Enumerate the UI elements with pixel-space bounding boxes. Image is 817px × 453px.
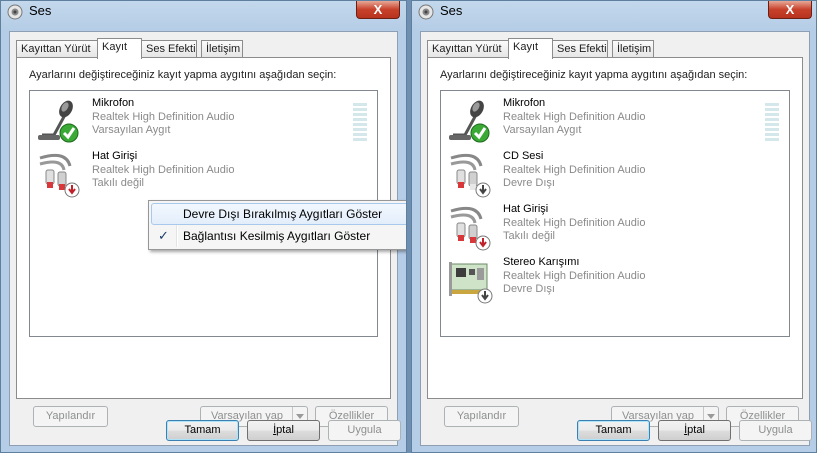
recording-panel: Ayarlarını değiştireceğiniz kayıt yapma …: [427, 57, 803, 427]
dialog-client: Kayıttan Yürüt Kayıt Ses Efekti İletişim…: [420, 31, 812, 446]
device-name: Hat Girişi: [503, 203, 549, 215]
ok-button[interactable]: Tamam: [166, 420, 239, 441]
line-in-cable-icon: [450, 206, 491, 251]
speaker-icon: [418, 4, 434, 20]
device-name: CD Sesi: [503, 150, 544, 162]
device-driver: Realtek High Definition Audio: [92, 111, 235, 123]
device-driver: Realtek High Definition Audio: [503, 217, 646, 229]
device-item-line-in[interactable]: Hat Girişi Realtek High Definition Audio…: [441, 201, 789, 253]
menu-item-show-disconnected[interactable]: ✓ Bağlantısı Kesilmiş Aygıtları Göster: [151, 225, 406, 247]
device-status: Devre Dışı: [503, 283, 555, 295]
device-name: Mikrofon: [92, 97, 135, 109]
title-bar[interactable]: Ses X: [1, 1, 406, 23]
level-meter: [353, 103, 367, 141]
instruction-text: Ayarlarını değiştireceğiniz kayıt yapma …: [29, 69, 337, 81]
apply-button[interactable]: Uygula: [739, 420, 812, 441]
window-title: Ses: [29, 3, 52, 18]
device-status: Takılı değil: [503, 230, 555, 242]
device-name: Hat Girişi: [92, 150, 138, 162]
context-menu: Devre Dışı Bırakılmış Aygıtları Göster ✓…: [148, 200, 406, 250]
tab-communications[interactable]: İletişim: [201, 40, 243, 57]
tab-playback[interactable]: Kayıttan Yürüt: [16, 40, 98, 57]
microphone-icon: [449, 100, 490, 143]
tab-sound-effects[interactable]: Ses Efekti: [552, 40, 608, 57]
tab-sound-effects[interactable]: Ses Efekti: [141, 40, 197, 57]
speaker-icon: [7, 4, 23, 20]
disabled-badge-icon: [475, 182, 491, 198]
sound-card-icon: [449, 262, 493, 304]
window-title: Ses: [440, 3, 463, 18]
apply-button[interactable]: Uygula: [328, 420, 401, 441]
menu-item-show-disabled[interactable]: Devre Dışı Bırakılmış Aygıtları Göster: [151, 203, 406, 225]
device-status: Varsayılan Aygıt: [92, 124, 171, 136]
microphone-icon: [38, 100, 79, 143]
unplugged-badge-icon: [475, 235, 491, 251]
device-item-microphone[interactable]: Mikrofon Realtek High Definition Audio V…: [441, 95, 789, 147]
line-in-cable-icon: [39, 153, 80, 198]
instruction-text: Ayarlarını değiştireceğiniz kayıt yapma …: [440, 69, 748, 81]
device-status: Varsayılan Aygıt: [503, 124, 582, 136]
device-name: Mikrofon: [503, 97, 546, 109]
sound-dialog-right: Ses X Kayıttan Yürüt Kayıt Ses Efekti İl…: [411, 0, 817, 453]
device-driver: Realtek High Definition Audio: [92, 164, 235, 176]
configure-button[interactable]: Yapılandır: [444, 406, 519, 427]
checkmark-icon: ✓: [158, 228, 169, 243]
device-item-stereo-mix[interactable]: Stereo Karışımı Realtek High Definition …: [441, 254, 789, 306]
disabled-badge-icon: [477, 288, 493, 304]
device-name: Stereo Karışımı: [503, 256, 580, 268]
title-bar[interactable]: Ses X: [412, 1, 816, 23]
device-status: Takılı değil: [92, 177, 144, 189]
device-item-line-in[interactable]: Hat Girişi Realtek High Definition Audio…: [30, 148, 377, 200]
device-item-cd-audio[interactable]: CD Sesi Realtek High Definition Audio De…: [441, 148, 789, 200]
device-driver: Realtek High Definition Audio: [503, 111, 646, 123]
close-button[interactable]: X: [768, 1, 812, 19]
close-button[interactable]: X: [356, 1, 400, 19]
device-list[interactable]: Mikrofon Realtek High Definition Audio V…: [440, 90, 790, 337]
device-item-microphone[interactable]: Mikrofon Realtek High Definition Audio V…: [30, 95, 377, 147]
device-driver: Realtek High Definition Audio: [503, 270, 646, 282]
cancel-button[interactable]: İptal: [658, 420, 731, 441]
unplugged-badge-icon: [64, 182, 80, 198]
device-status: Devre Dışı: [503, 177, 555, 189]
ok-button[interactable]: Tamam: [577, 420, 650, 441]
check-badge-icon: [470, 123, 490, 143]
configure-button[interactable]: Yapılandır: [33, 406, 108, 427]
sound-dialog-left: Ses X Kayıttan Yürüt Kayıt Ses Efekti İl…: [0, 0, 407, 453]
tab-playback[interactable]: Kayıttan Yürüt: [427, 40, 509, 57]
device-driver: Realtek High Definition Audio: [503, 164, 646, 176]
tab-communications[interactable]: İletişim: [612, 40, 654, 57]
tab-recording[interactable]: Kayıt: [97, 38, 142, 59]
check-badge-icon: [59, 123, 79, 143]
level-meter: [765, 103, 779, 141]
tab-recording[interactable]: Kayıt: [508, 38, 553, 59]
cancel-button[interactable]: İptal: [247, 420, 320, 441]
cd-audio-cable-icon: [450, 153, 491, 198]
